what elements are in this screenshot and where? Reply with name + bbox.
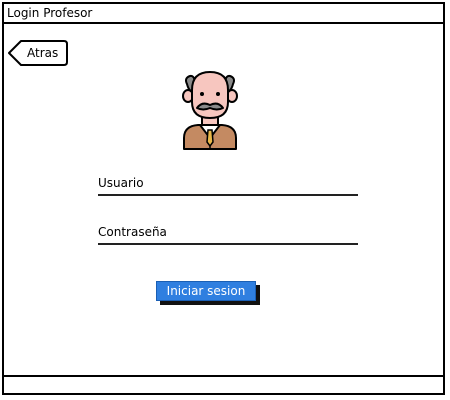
window-title: Login Profesor — [7, 6, 93, 20]
back-button-label: Atras — [27, 46, 59, 60]
username-label: Usuario — [98, 176, 144, 190]
title-bar: Login Profesor — [4, 4, 443, 24]
login-button[interactable]: Iniciar sesion — [156, 281, 260, 305]
username-input[interactable] — [98, 194, 358, 196]
password-input[interactable] — [98, 243, 358, 245]
back-button[interactable]: Atras — [8, 40, 68, 66]
login-button-label: Iniciar sesion — [156, 281, 256, 301]
login-window: Login Profesor Atras Usuario Contraseña … — [2, 2, 445, 395]
footer-divider — [4, 375, 443, 377]
password-label: Contraseña — [98, 225, 167, 239]
teacher-avatar-icon — [182, 70, 238, 150]
